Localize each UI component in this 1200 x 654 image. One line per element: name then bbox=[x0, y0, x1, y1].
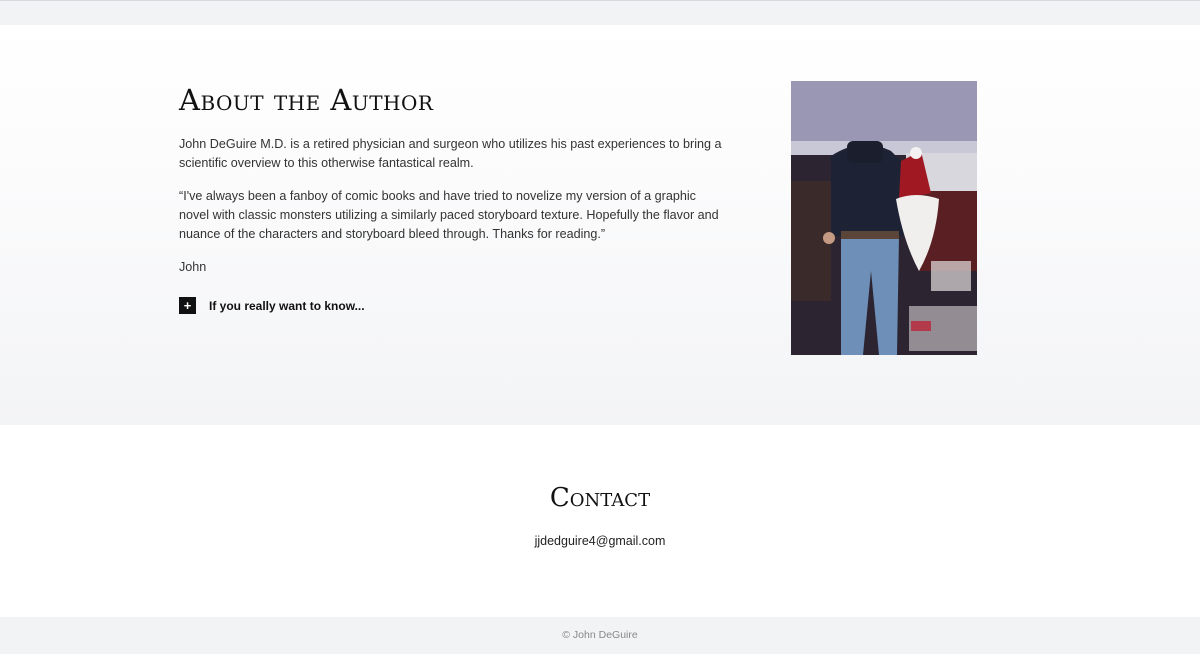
contact-section: Contact jjdedguire4@gmail.com bbox=[0, 425, 1200, 617]
about-text-column: About the Author John DeGuire M.D. is a … bbox=[179, 85, 724, 314]
footer: © John DeGuire bbox=[0, 617, 1200, 654]
top-band bbox=[0, 0, 1200, 25]
about-section: About the Author John DeGuire M.D. is a … bbox=[0, 25, 1200, 425]
about-paragraph-1: John DeGuire M.D. is a retired physician… bbox=[179, 137, 722, 170]
about-signature: John bbox=[179, 260, 207, 274]
contact-email-link[interactable]: jjdedguire4@gmail.com bbox=[0, 534, 1200, 548]
about-title: About the Author bbox=[179, 83, 434, 117]
author-photo bbox=[791, 81, 977, 355]
about-paragraph-2: “I've always been a fanboy of comic book… bbox=[179, 189, 719, 241]
contact-title: Contact bbox=[549, 483, 651, 513]
plus-icon[interactable]: + bbox=[179, 297, 196, 314]
expand-toggle[interactable]: + If you really want to know... bbox=[179, 297, 724, 314]
footer-copyright: © John DeGuire bbox=[562, 629, 638, 641]
expand-toggle-label[interactable]: If you really want to know... bbox=[209, 299, 365, 313]
